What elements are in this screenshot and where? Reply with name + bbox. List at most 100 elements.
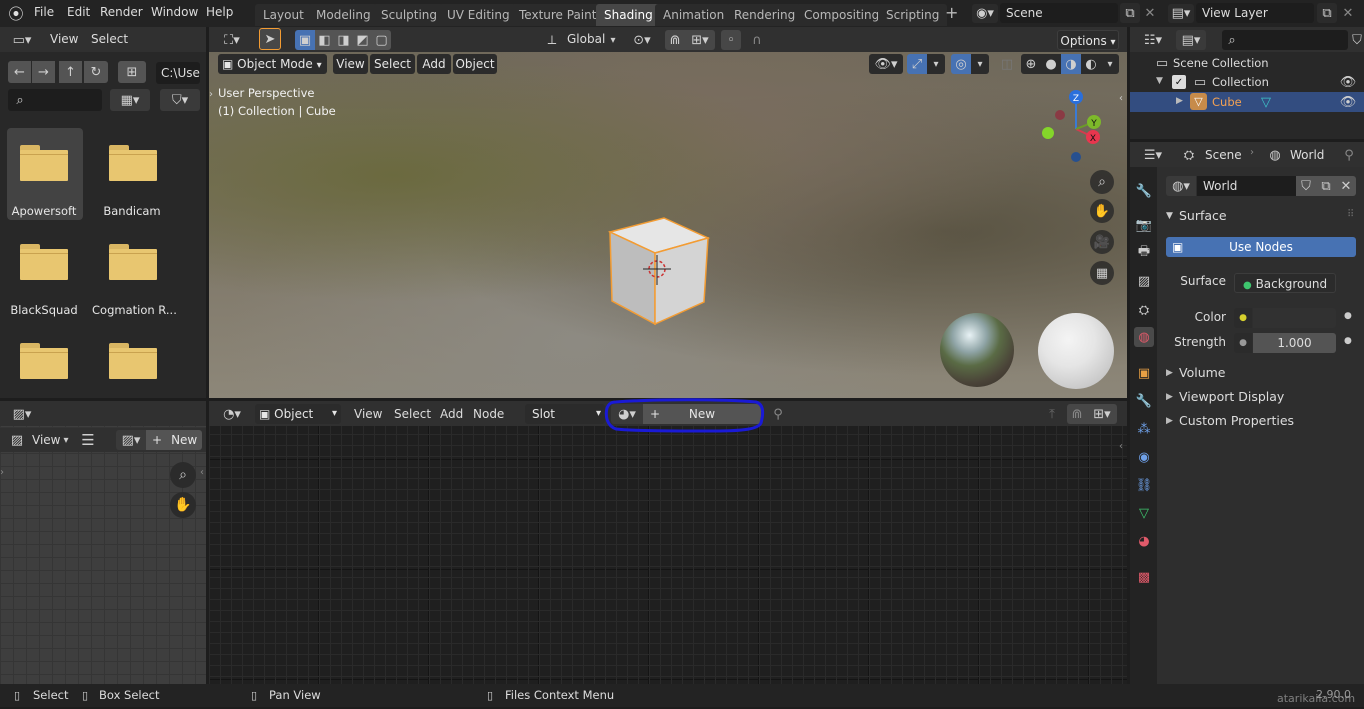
editor-type-icon[interactable]: ◔▾: [217, 404, 247, 424]
file-browser-menu-select[interactable]: Select: [91, 29, 128, 49]
breadcrumb-scene[interactable]: Scene: [1205, 145, 1242, 165]
color-swatch-field[interactable]: [1253, 308, 1336, 328]
surface-section-header[interactable]: Surface: [1179, 208, 1227, 223]
node-menu-add[interactable]: Add: [440, 404, 463, 424]
outliner-scene-collection[interactable]: Scene Collection: [1173, 53, 1269, 73]
outliner-collection[interactable]: Collection: [1212, 72, 1269, 92]
view-layer-selector-icon[interactable]: ▤▾: [1168, 4, 1194, 23]
new-folder-icon[interactable]: ⊞: [118, 61, 146, 83]
node-menu-select[interactable]: Select: [394, 404, 431, 424]
folder-icon[interactable]: [20, 343, 68, 379]
modifier-tab-icon[interactable]: 🔧: [1134, 391, 1154, 411]
folder-label[interactable]: Cogmation R...: [92, 303, 177, 317]
zoom-view-icon[interactable]: ⌕: [170, 462, 196, 488]
camera-view-icon[interactable]: 🎥: [1090, 230, 1114, 254]
select-mode-invert-icon[interactable]: ◩: [353, 30, 372, 50]
editor-type-icon[interactable]: ▭▾: [6, 30, 38, 50]
gizmo-dropdown-icon[interactable]: ▾: [927, 54, 945, 74]
options-dropdown[interactable]: Options ▾: [1057, 30, 1119, 50]
scene-selector-icon[interactable]: ◉▾: [972, 4, 998, 23]
pan-hand-icon[interactable]: ✋: [1090, 199, 1114, 223]
directory-path-field[interactable]: C:\Use: [156, 62, 200, 84]
perspective-toggle-icon[interactable]: ▦: [1090, 261, 1114, 285]
visibility-filter-icon[interactable]: 👁▾: [869, 54, 903, 74]
folder-icon[interactable]: [109, 343, 157, 379]
shader-type-dropdown[interactable]: ▣ Object ▾: [255, 404, 341, 424]
menu-render[interactable]: Render: [100, 0, 143, 27]
folder-icon[interactable]: [109, 244, 157, 280]
material-tab-icon[interactable]: ◕: [1134, 531, 1154, 551]
shader-node-editor[interactable]: ◔▾ ▣ Object ▾ View Select Add Node Slot …: [209, 398, 1127, 684]
new-image-button[interactable]: + New: [146, 430, 202, 450]
file-browser-menu-view[interactable]: View: [50, 29, 78, 49]
eye-icon[interactable]: 👁: [1340, 92, 1357, 112]
outliner-search-field[interactable]: [1222, 30, 1348, 50]
new-view-layer-icon[interactable]: ⧉: [1317, 3, 1337, 23]
tab-rendering[interactable]: Rendering: [726, 4, 804, 26]
shading-rendered-icon[interactable]: ◐: [1081, 54, 1101, 74]
delete-view-layer-icon[interactable]: ✕: [1339, 3, 1357, 23]
checkbox-icon[interactable]: ✓: [1172, 75, 1186, 89]
display-mode-icon[interactable]: ▦▾: [110, 89, 150, 111]
editor-type-icon[interactable]: ⛶▾: [217, 30, 247, 50]
shading-dropdown-icon[interactable]: ▾: [1101, 54, 1119, 74]
sidebar-toggle-icon[interactable]: ‹: [1119, 441, 1123, 452]
viewport-menu-add[interactable]: Add: [417, 54, 451, 74]
keyframe-dot-icon[interactable]: ●: [1344, 311, 1352, 321]
tab-compositing[interactable]: Compositing: [796, 4, 888, 26]
viewport-display-section-header[interactable]: Viewport Display: [1179, 389, 1284, 404]
menu-help[interactable]: Help: [206, 0, 233, 27]
strength-value-field[interactable]: 1.000: [1253, 333, 1336, 353]
node-menu-view[interactable]: View: [354, 404, 382, 424]
viewport-menu-view[interactable]: View: [333, 54, 368, 74]
folder-label[interactable]: BlackSquad: [4, 303, 84, 317]
object-mode-dropdown[interactable]: ▣ Object Mode ▾: [218, 54, 327, 74]
overlays-toggle-icon[interactable]: ◎: [951, 54, 971, 74]
transform-orientation-dropdown[interactable]: Global: [567, 29, 605, 49]
3d-viewport[interactable]: ⛶▾ ➤ ▣ ◧ ◨ ◩ ▢ ⟂ Global ▾ ⊙▾ ⋒ ⊞▾ ◦ ∩ Op…: [209, 27, 1127, 398]
snap-target-icon[interactable]: ⊞▾: [685, 30, 715, 50]
world-browse-icon[interactable]: ◍▾: [1166, 176, 1196, 196]
tab-modeling[interactable]: Modeling: [308, 4, 379, 26]
menu-window[interactable]: Window: [151, 0, 198, 27]
falloff-icon[interactable]: ∩: [743, 30, 771, 50]
zoom-icon[interactable]: ⌕: [1090, 170, 1114, 194]
volume-section-header[interactable]: Volume: [1179, 365, 1226, 380]
pivot-point-icon[interactable]: ⊙▾: [627, 30, 657, 50]
texture-tab-icon[interactable]: ▩: [1134, 567, 1154, 587]
add-workspace-button[interactable]: +: [945, 0, 958, 27]
sidebar-toggle-icon[interactable]: ›: [0, 467, 4, 478]
collapsed-arrow-icon[interactable]: ▶: [1166, 392, 1173, 402]
tab-animation[interactable]: Animation: [655, 4, 733, 26]
display-mode-icon[interactable]: ▤▾: [1176, 30, 1206, 50]
shading-wireframe-icon[interactable]: ⊕: [1021, 54, 1041, 74]
menu-file[interactable]: File: [34, 0, 54, 27]
select-mode-intersect-icon[interactable]: ▢: [372, 30, 391, 50]
parent-directory-icon[interactable]: ↑: [59, 61, 82, 83]
toolbar-toggle-icon[interactable]: ›: [209, 89, 213, 100]
world-name-field[interactable]: World: [1197, 176, 1296, 196]
select-tool-icon[interactable]: ➤: [259, 28, 281, 50]
tab-sculpting[interactable]: Sculpting: [373, 4, 446, 26]
tab-texture-paint[interactable]: Texture Paint: [511, 4, 605, 26]
tab-uv-editing[interactable]: UV Editing: [439, 4, 518, 26]
output-tab-icon[interactable]: 🖶: [1134, 243, 1154, 263]
use-nodes-button[interactable]: ▣ Use Nodes: [1166, 237, 1356, 257]
outliner-active-row[interactable]: [1130, 92, 1364, 112]
fake-user-shield-icon[interactable]: ⛉: [1296, 176, 1316, 196]
refresh-icon[interactable]: ↻: [84, 61, 108, 83]
duplicate-world-icon[interactable]: ⧉: [1316, 176, 1336, 196]
cube-object[interactable]: [605, 215, 711, 327]
new-scene-icon[interactable]: ⧉: [1120, 3, 1140, 23]
folder-icon[interactable]: [20, 145, 68, 181]
image-editor-menu-view[interactable]: View: [32, 430, 60, 450]
view-layer-tab-icon[interactable]: ▨: [1134, 271, 1154, 291]
strength-socket-icon[interactable]: ●: [1234, 333, 1252, 353]
pan-view-icon[interactable]: ✋: [170, 492, 196, 518]
scene-tab-icon[interactable]: ⛭: [1134, 300, 1154, 320]
snap-toggle-icon[interactable]: ⋒: [665, 30, 685, 50]
shading-material-preview-icon[interactable]: ◑: [1061, 54, 1081, 74]
tool-tab-icon[interactable]: 🔧: [1134, 181, 1154, 201]
view-dropdown-arrow-icon[interactable]: ▾: [60, 431, 72, 449]
constraints-tab-icon[interactable]: ⛓: [1134, 475, 1154, 495]
